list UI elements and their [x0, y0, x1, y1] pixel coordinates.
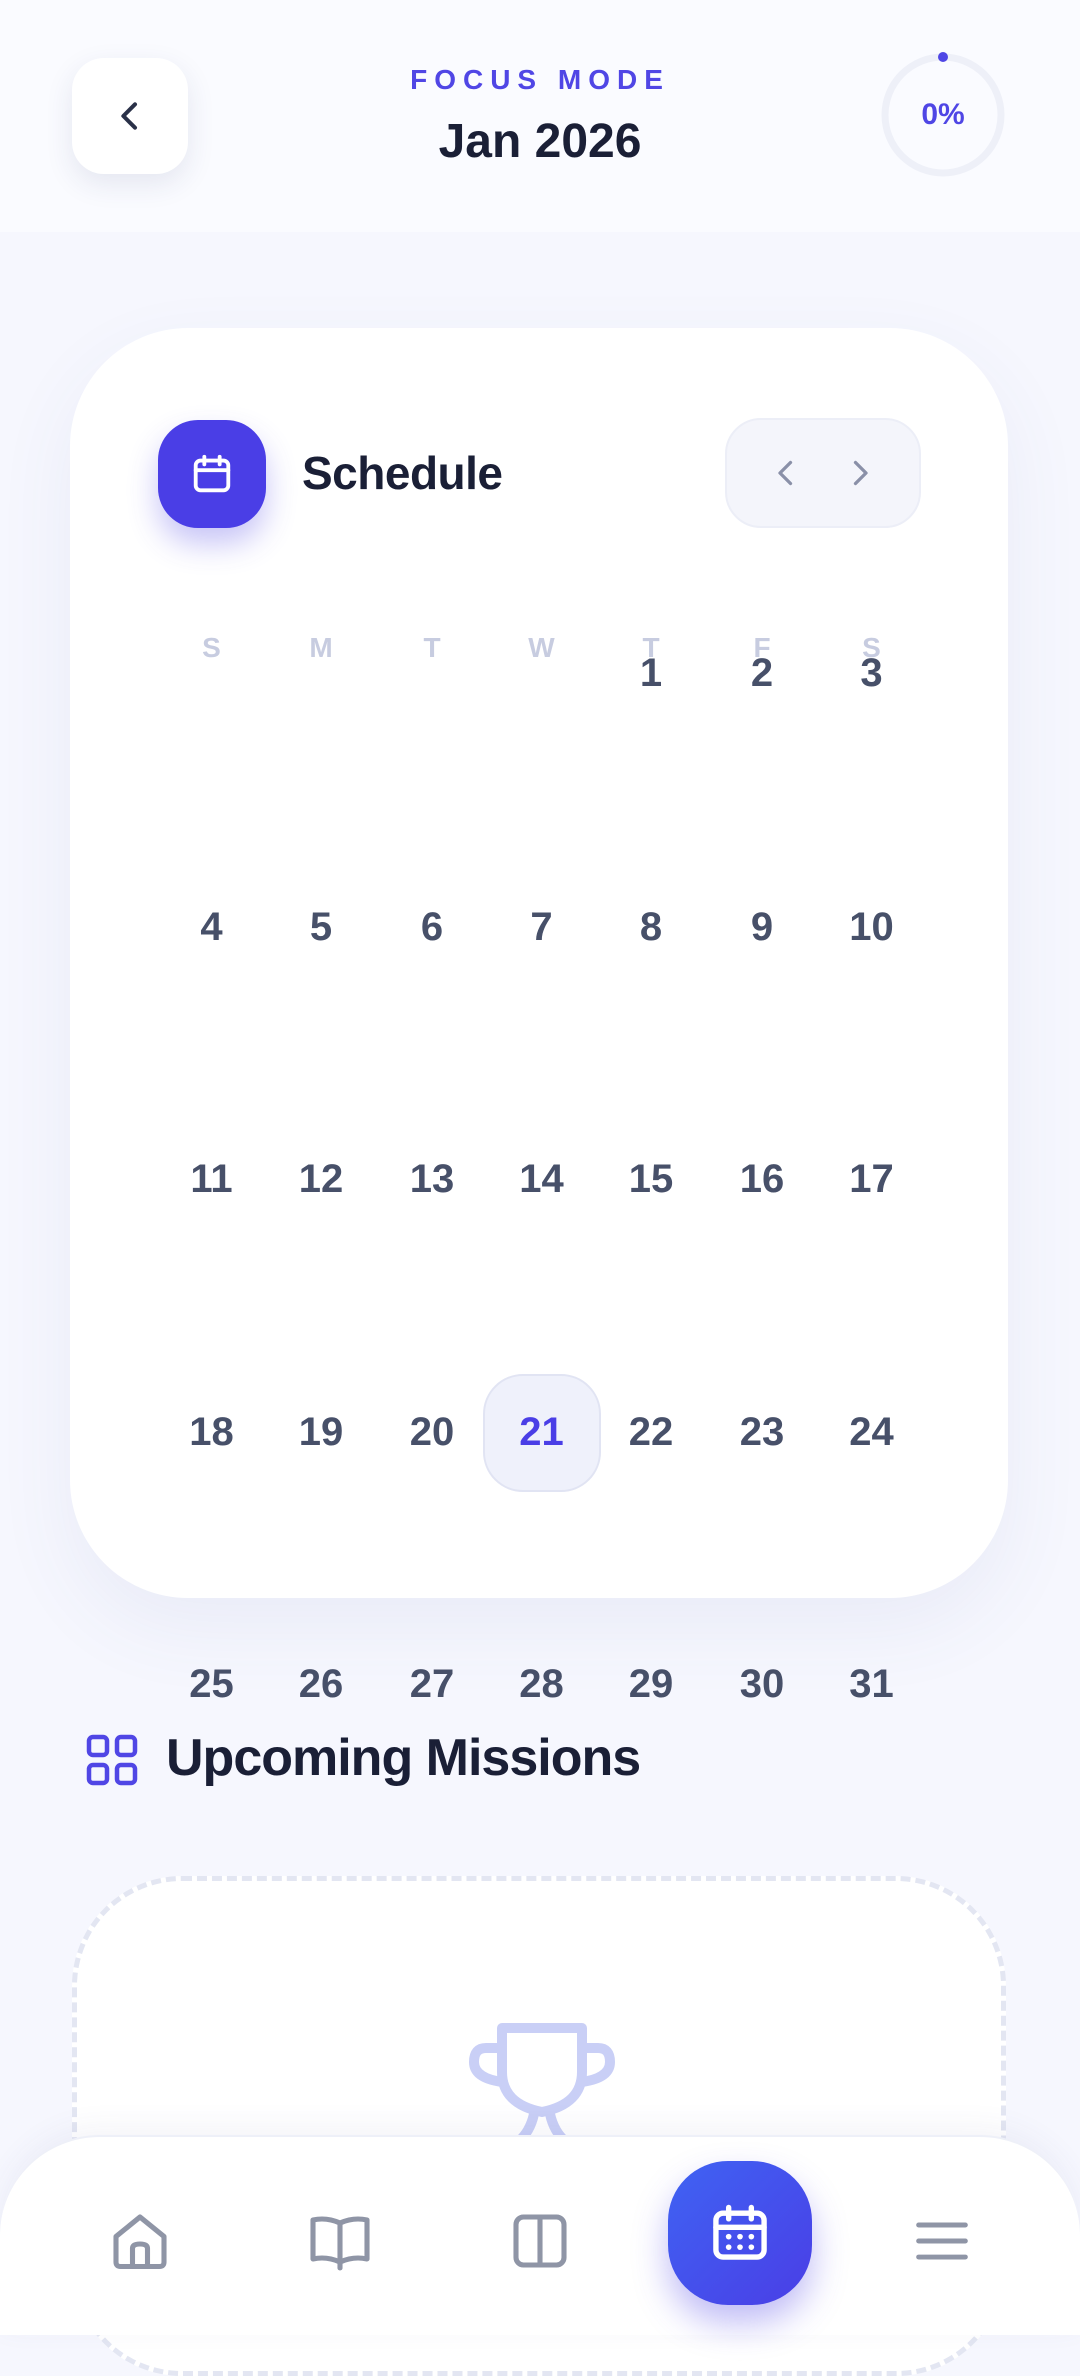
- calendar-grid: 1 2 3 4 5 6 7 8 9 10 11 12 13 14 15 16 17 18 19 20 21 22 23 24 2…: [70, 328, 1008, 1706]
- grid-icon: [86, 1734, 138, 1786]
- calendar-day[interactable]: 14: [483, 1120, 601, 1238]
- calendar-day-today[interactable]: 21: [482, 1373, 601, 1492]
- nav-menu[interactable]: [902, 2201, 982, 2281]
- calendar-day[interactable]: 13: [373, 1120, 491, 1238]
- calendar-icon: [713, 2204, 767, 2260]
- top-bar: FOCUS MODE Jan 2026 0%: [0, 0, 1080, 232]
- calendar-day[interactable]: 3: [813, 615, 931, 733]
- nav-library[interactable]: [300, 2201, 380, 2281]
- calendar-day[interactable]: 31: [813, 1626, 931, 1744]
- calendar-day[interactable]: 25: [153, 1626, 271, 1744]
- menu-icon: [916, 2222, 968, 2260]
- calendar-day[interactable]: 19: [262, 1374, 380, 1492]
- calendar-day[interactable]: 11: [153, 1120, 271, 1238]
- progress-ring: 0%: [878, 50, 1008, 180]
- home-icon: [113, 2214, 167, 2270]
- nav-layout[interactable]: [500, 2201, 580, 2281]
- book-icon: [310, 2216, 370, 2271]
- nav-calendar[interactable]: [668, 2161, 812, 2305]
- calendar-day[interactable]: 18: [153, 1374, 271, 1492]
- nav-home[interactable]: [100, 2201, 180, 2281]
- calendar-day[interactable]: 17: [813, 1120, 931, 1238]
- calendar-day[interactable]: 26: [262, 1626, 380, 1744]
- calendar-day[interactable]: 1: [592, 615, 710, 733]
- calendar-day[interactable]: 7: [483, 868, 601, 986]
- calendar-day[interactable]: 30: [703, 1626, 821, 1744]
- progress-percent: 0%: [921, 98, 965, 131]
- calendar-day[interactable]: 22: [592, 1374, 710, 1492]
- calendar-day[interactable]: 29: [592, 1626, 710, 1744]
- calendar-day[interactable]: 27: [373, 1626, 491, 1744]
- calendar-day[interactable]: 23: [703, 1374, 821, 1492]
- calendar-day[interactable]: 2: [703, 615, 821, 733]
- upcoming-missions-title: Upcoming Missions: [166, 1729, 641, 1787]
- calendar-day[interactable]: 6: [373, 868, 491, 986]
- calendar-day[interactable]: 5: [262, 868, 380, 986]
- bottom-navigation: [0, 2135, 1080, 2335]
- calendar-day[interactable]: 24: [813, 1374, 931, 1492]
- schedule-card: Schedule SMTWTFS 1 2 3 4 5 6 7 8 9 10 11 12 13 14 15 16…: [70, 328, 1008, 1706]
- calendar-day[interactable]: 20: [373, 1374, 491, 1492]
- calendar-day[interactable]: 9: [703, 868, 821, 986]
- calendar-day[interactable]: 16: [703, 1120, 821, 1238]
- calendar-day[interactable]: 4: [153, 868, 271, 986]
- columns-icon: [513, 2214, 567, 2268]
- calendar-day[interactable]: 28: [483, 1626, 601, 1744]
- calendar-day[interactable]: 12: [262, 1120, 380, 1238]
- calendar-day[interactable]: 10: [813, 868, 931, 986]
- calendar-day[interactable]: 8: [592, 868, 710, 986]
- calendar-day[interactable]: 15: [592, 1120, 710, 1238]
